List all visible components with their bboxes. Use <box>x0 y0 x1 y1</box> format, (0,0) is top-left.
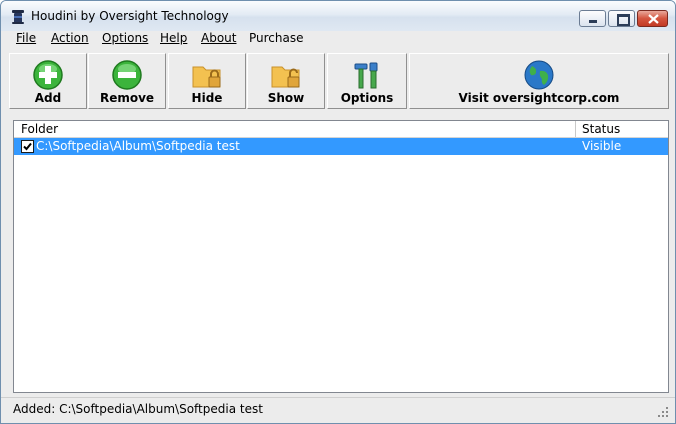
row-checkbox[interactable] <box>21 140 34 153</box>
remove-label: Remove <box>99 91 155 105</box>
hide-label: Hide <box>191 91 223 105</box>
column-separator[interactable] <box>575 121 576 137</box>
menu-purchase[interactable]: Purchase <box>249 31 304 45</box>
options-label: Options <box>340 91 394 105</box>
remove-minus-icon <box>112 60 142 90</box>
title-bar[interactable]: Houdini by Oversight Technology <box>1 1 675 31</box>
status-text: Added: C:\Softpedia\Album\Softpedia test <box>13 402 263 416</box>
folder-lock-icon <box>192 66 221 88</box>
menu-about[interactable]: About <box>201 31 236 45</box>
row-folder-path: C:\Softpedia\Album\Softpedia test <box>36 139 240 153</box>
main-window: Houdini by Oversight Technology File Act… <box>0 0 676 424</box>
folder-unlock-icon <box>271 66 300 88</box>
toolbar: Add Remove Hide Show Options Visit overs… <box>1 50 675 112</box>
menu-file[interactable]: File <box>16 31 36 45</box>
close-button[interactable] <box>637 10 668 27</box>
menu-options[interactable]: Options <box>102 31 148 45</box>
add-label: Add <box>34 91 62 105</box>
houdini-app-icon <box>12 10 24 24</box>
visit-website-button[interactable]: Visit oversightcorp.com <box>409 53 669 109</box>
window-title: Houdini by Oversight Technology <box>31 9 229 23</box>
options-button[interactable]: Options <box>327 53 407 109</box>
minimize-button[interactable] <box>579 10 606 27</box>
list-header: Folder Status <box>14 121 668 138</box>
tools-icon <box>354 62 378 89</box>
menu-help[interactable]: Help <box>160 31 187 45</box>
folder-list[interactable]: Folder Status C:\Softpedia\Album\Softped… <box>13 120 669 393</box>
row-status: Visible <box>582 139 622 153</box>
visit-label: Visit oversightcorp.com <box>458 91 620 105</box>
show-button[interactable]: Show <box>247 53 325 109</box>
maximize-button[interactable] <box>608 10 635 27</box>
hide-button[interactable]: Hide <box>168 53 246 109</box>
status-bar: Added: C:\Softpedia\Album\Softpedia test <box>1 397 675 423</box>
add-button[interactable]: Add <box>9 53 87 109</box>
minimize-icon <box>589 20 597 23</box>
column-header-status[interactable]: Status <box>582 122 620 136</box>
checkmark-icon <box>23 142 32 151</box>
remove-button[interactable]: Remove <box>88 53 166 109</box>
close-icon <box>648 14 659 24</box>
menu-action[interactable]: Action <box>51 31 89 45</box>
globe-icon <box>524 60 554 90</box>
column-header-folder[interactable]: Folder <box>21 122 58 136</box>
maximize-icon <box>617 14 630 26</box>
add-plus-icon <box>33 60 63 90</box>
resize-grip-icon[interactable] <box>657 406 669 418</box>
show-label: Show <box>267 91 305 105</box>
menu-bar: File Action Options Help About Purchase <box>1 31 675 49</box>
list-row[interactable]: C:\Softpedia\Album\Softpedia test Visibl… <box>14 138 668 155</box>
